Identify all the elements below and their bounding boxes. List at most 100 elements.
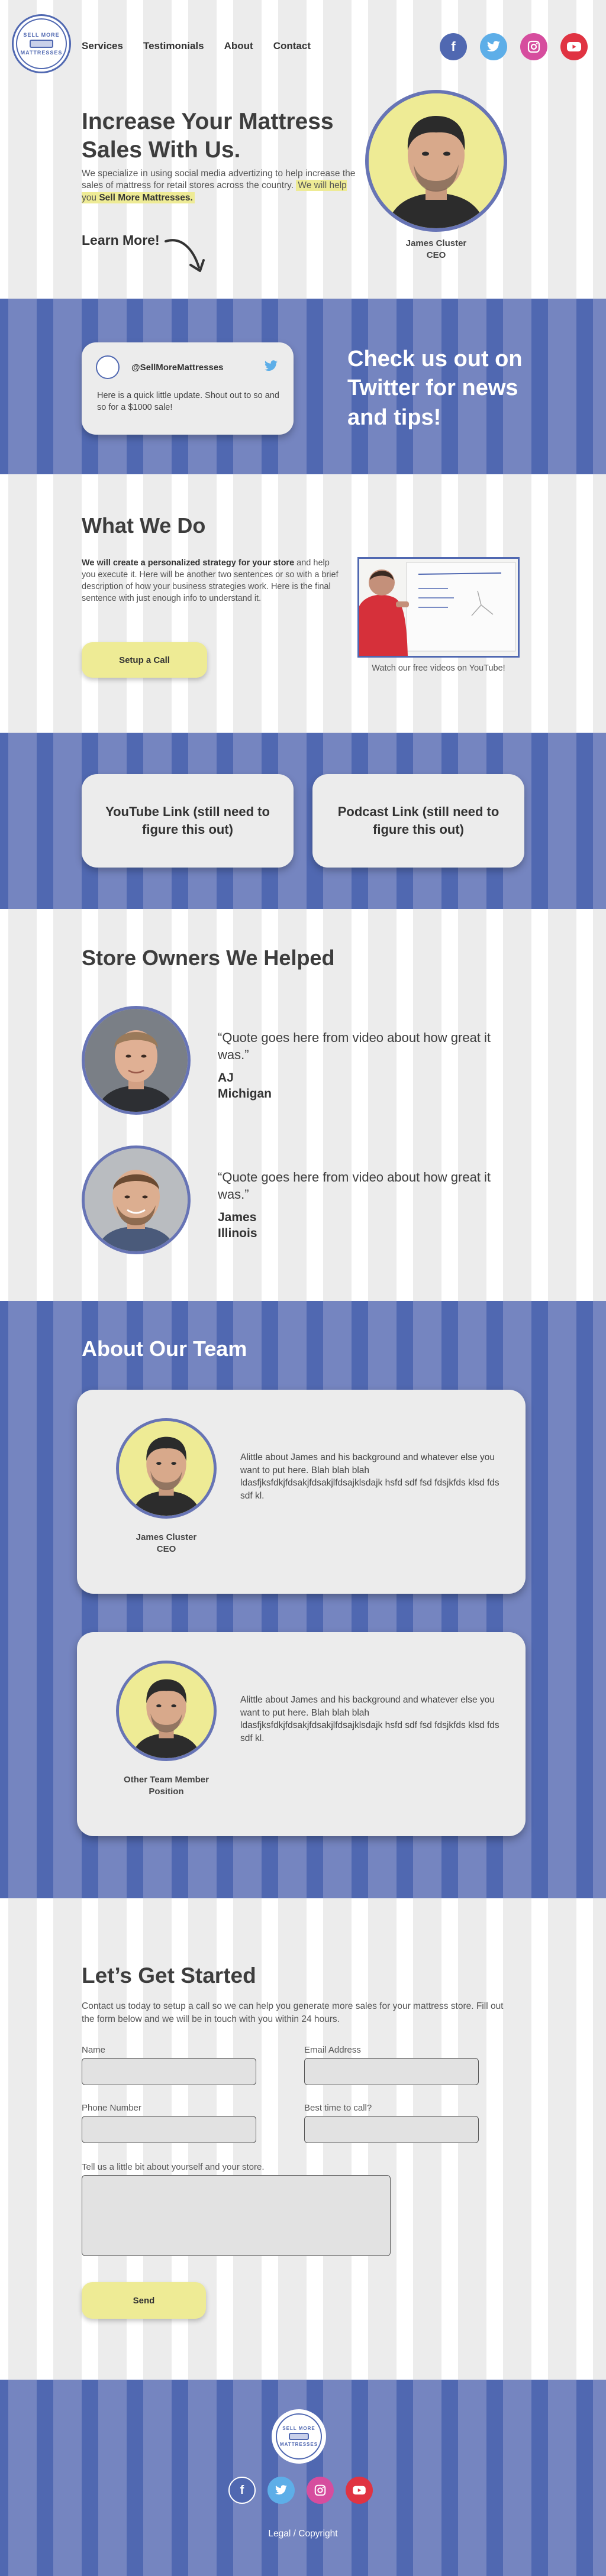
setup-call-button[interactable]: Setup a Call bbox=[82, 642, 207, 678]
twitter-bird-icon bbox=[264, 360, 278, 376]
team-member-card: Other Team Member Position Alittle about… bbox=[77, 1632, 526, 1836]
nav-item-contact[interactable]: Contact bbox=[273, 40, 311, 52]
facebook-icon[interactable]: f bbox=[228, 2477, 256, 2504]
about-store-textarea[interactable] bbox=[82, 2175, 391, 2256]
email-field[interactable] bbox=[304, 2058, 479, 2085]
nav-item-testimonials[interactable]: Testimonials bbox=[143, 40, 204, 52]
team-member-name: Other Team Member bbox=[124, 1775, 209, 1785]
podcast-link-label: Podcast Link (still need to figure this … bbox=[337, 804, 499, 837]
team-member-avatar bbox=[116, 1661, 217, 1761]
testimonial-author: AJ Michigan bbox=[218, 1070, 272, 1102]
facebook-icon[interactable]: f bbox=[440, 33, 467, 60]
person-portrait-icon bbox=[369, 93, 504, 228]
team-member-bio: Alittle about James and his background a… bbox=[240, 1695, 499, 1744]
ceo-avatar bbox=[365, 90, 507, 232]
legal-copyright-link[interactable]: Legal / Copyright bbox=[0, 2529, 606, 2539]
what-we-do-section: What We Do We will create a personalized… bbox=[0, 474, 606, 733]
testimonial-item: “Quote goes here from video about how gr… bbox=[82, 1006, 496, 1118]
name-field[interactable] bbox=[82, 2058, 256, 2085]
hero-highlight-bold: Sell More Mattresses. bbox=[99, 192, 193, 203]
testimonials-title: Store Owners We Helped bbox=[82, 946, 335, 970]
youtube-link-card[interactable]: YouTube Link (still need to figure this … bbox=[82, 774, 294, 868]
instagram-icon[interactable] bbox=[520, 33, 547, 60]
hero-title: Increase Your Mattress Sales With Us. bbox=[82, 109, 334, 163]
testimonial-name: James bbox=[218, 1211, 257, 1224]
call-time-field[interactable] bbox=[304, 2116, 479, 2143]
curved-arrow-icon bbox=[165, 239, 205, 272]
team-member-avatar bbox=[116, 1418, 217, 1519]
twitter-section: @SellMoreMattresses Here is a quick litt… bbox=[0, 299, 606, 474]
header-social-links: f bbox=[440, 33, 588, 60]
site-logo[interactable]: SELL MORE MATTRESSES bbox=[12, 14, 71, 73]
team-member-role: CEO bbox=[156, 1543, 176, 1554]
main-nav: Services Testimonials About Contact bbox=[82, 40, 311, 52]
learn-more-link[interactable]: Learn More! bbox=[82, 232, 160, 248]
person-portrait-icon bbox=[119, 1421, 214, 1516]
what-we-do-title: What We Do bbox=[82, 513, 206, 538]
team-member-role: Position bbox=[149, 1786, 184, 1797]
site-footer: SELL MORE MATTRESSES f Legal / Copyright bbox=[0, 2380, 606, 2576]
ceo-title: CEO bbox=[426, 250, 446, 260]
name-label: Name bbox=[82, 2045, 106, 2055]
send-button[interactable]: Send bbox=[82, 2282, 206, 2319]
youtube-video-thumbnail[interactable] bbox=[357, 557, 520, 658]
testimonial-avatar bbox=[82, 1145, 191, 1254]
person-portrait-icon bbox=[85, 1148, 188, 1251]
phone-label: Phone Number bbox=[82, 2103, 141, 2113]
nav-item-about[interactable]: About bbox=[224, 40, 253, 52]
testimonial-location: Illinois bbox=[218, 1226, 257, 1241]
instagram-icon[interactable] bbox=[307, 2477, 334, 2504]
youtube-icon[interactable] bbox=[346, 2477, 373, 2504]
testimonial-author: James Illinois bbox=[218, 1209, 257, 1242]
email-label: Email Address bbox=[304, 2045, 361, 2055]
call-time-label: Best time to call? bbox=[304, 2103, 372, 2113]
nav-item-services[interactable]: Services bbox=[82, 40, 123, 52]
testimonial-avatar bbox=[82, 1006, 191, 1115]
tweet-handle[interactable]: @SellMoreMattresses bbox=[131, 363, 224, 373]
team-member-card: James Cluster CEO Alittle about James an… bbox=[77, 1390, 526, 1594]
logo-text-bottom: MATTRESSES bbox=[20, 50, 63, 56]
video-caption: Watch our free videos on YouTube! bbox=[372, 664, 505, 673]
testimonial-location: Michigan bbox=[218, 1087, 272, 1101]
podcast-link-card[interactable]: Podcast Link (still need to figure this … bbox=[312, 774, 524, 868]
hero-section: SELL MORE MATTRESSES Services Testimonia… bbox=[0, 0, 606, 299]
youtube-link-label: YouTube Link (still need to figure this … bbox=[105, 804, 270, 837]
team-member-name: James Cluster bbox=[136, 1532, 197, 1542]
person-portrait-icon bbox=[119, 1664, 214, 1758]
youtube-icon[interactable] bbox=[560, 33, 588, 60]
what-we-do-text-bold: We will create a personalized strategy f… bbox=[82, 558, 295, 568]
twitter-icon[interactable] bbox=[267, 2477, 295, 2504]
tweet-card[interactable]: @SellMoreMattresses Here is a quick litt… bbox=[82, 342, 294, 435]
footer-social-links: f bbox=[228, 2477, 373, 2504]
contact-form-section: Let’s Get Started Contact us today to se… bbox=[0, 1898, 606, 2380]
logo-badge: SELL MORE MATTRESSES bbox=[16, 18, 67, 69]
logo-text-bottom: MATTRESSES bbox=[279, 2442, 318, 2447]
media-links-section: YouTube Link (still need to figure this … bbox=[0, 733, 606, 909]
ceo-caption: James Cluster CEO bbox=[365, 238, 507, 261]
about-team-title: About Our Team bbox=[82, 1336, 247, 1361]
footer-logo[interactable]: SELL MORE MATTRESSES bbox=[272, 2409, 326, 2464]
logo-text-top: SELL MORE bbox=[282, 2425, 315, 2431]
bed-icon bbox=[30, 40, 53, 48]
hero-text: We specialize in using social media adve… bbox=[82, 168, 360, 204]
testimonials-section: Store Owners We Helped “Quote goes here … bbox=[0, 909, 606, 1301]
team-member-bio: Alittle about James and his background a… bbox=[240, 1452, 499, 1501]
twitter-heading: Check us out on Twitter for news and tip… bbox=[347, 347, 523, 430]
footer-logo-badge: SELL MORE MATTRESSES bbox=[276, 2413, 322, 2460]
ceo-name: James Cluster bbox=[405, 238, 467, 248]
testimonial-quote: “Quote goes here from video about how gr… bbox=[218, 1170, 491, 1202]
testimonial-name: AJ bbox=[218, 1071, 234, 1085]
person-portrait-icon bbox=[85, 1009, 188, 1112]
team-member-caption: Other Team Member Position bbox=[104, 1774, 228, 1797]
tweet-avatar bbox=[96, 355, 120, 379]
phone-field[interactable] bbox=[82, 2116, 256, 2143]
testimonial-quote: “Quote goes here from video about how gr… bbox=[218, 1030, 491, 1062]
video-still-icon bbox=[359, 559, 518, 656]
about-team-section: About Our Team James Cluster CEO Alittle… bbox=[0, 1301, 606, 1898]
bed-icon bbox=[289, 2433, 309, 2440]
testimonial-item: “Quote goes here from video about how gr… bbox=[82, 1145, 496, 1258]
team-member-caption: James Cluster CEO bbox=[104, 1532, 228, 1555]
twitter-icon[interactable] bbox=[480, 33, 507, 60]
logo-text-top: SELL MORE bbox=[23, 31, 60, 38]
what-we-do-text: We will create a personalized strategy f… bbox=[82, 557, 339, 604]
